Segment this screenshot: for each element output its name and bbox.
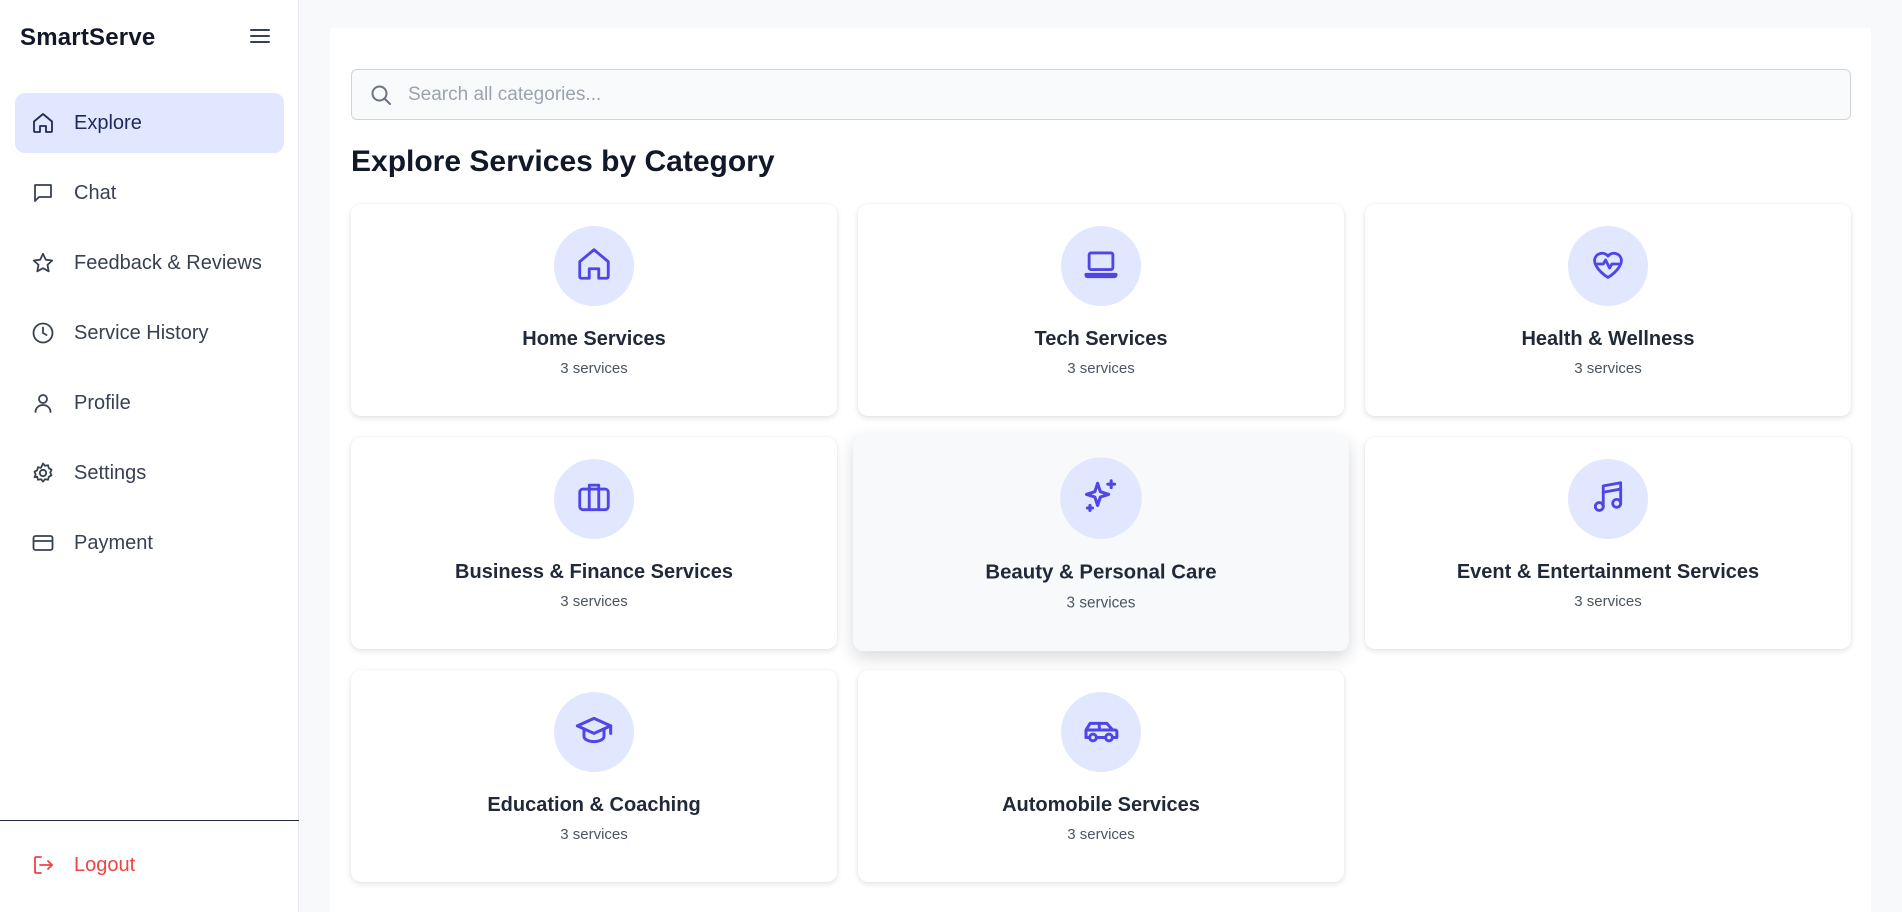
sidebar-nav: Explore Chat Feedback & Reviews Service …: [15, 93, 284, 583]
category-card-education-coaching[interactable]: Education & Coaching 3 services: [351, 670, 837, 882]
category-count: 3 services: [560, 360, 628, 377]
sidebar-item-feedback-reviews[interactable]: Feedback & Reviews: [15, 233, 284, 293]
category-icon-circle: [554, 226, 634, 306]
user-icon: [30, 390, 56, 416]
star-icon: [30, 250, 56, 276]
category-count: 3 services: [1067, 360, 1135, 377]
menu-toggle-button[interactable]: [246, 24, 274, 52]
category-count: 3 services: [1067, 826, 1135, 843]
category-card-home-services[interactable]: Home Services 3 services: [351, 204, 837, 416]
category-card-business-finance[interactable]: Business & Finance Services 3 services: [351, 437, 837, 649]
sidebar-divider: [0, 820, 299, 821]
category-title: Health & Wellness: [1521, 328, 1695, 350]
category-card-automobile-services[interactable]: Automobile Services 3 services: [858, 670, 1344, 882]
category-card-beauty-personal-care[interactable]: Beauty & Personal Care 3 services: [853, 434, 1349, 652]
category-icon-circle: [554, 692, 634, 772]
home-icon: [575, 245, 613, 288]
category-icon-circle: [1061, 226, 1141, 306]
credit-card-icon: [30, 530, 56, 556]
category-card-tech-services[interactable]: Tech Services 3 services: [858, 204, 1344, 416]
clock-icon: [30, 320, 56, 346]
category-icon-circle: [1568, 459, 1648, 539]
sidebar-item-label: Payment: [74, 531, 153, 554]
laptop-icon: [1082, 245, 1120, 288]
category-card-event-entertainment[interactable]: Event & Entertainment Services 3 service…: [1365, 437, 1851, 649]
sidebar-item-label: Explore: [74, 111, 142, 134]
sidebar-item-label: Feedback & Reviews: [74, 251, 262, 274]
sidebar-item-profile[interactable]: Profile: [15, 373, 284, 433]
category-title: Tech Services: [1034, 328, 1168, 350]
category-count: 3 services: [560, 593, 628, 610]
logout-label: Logout: [74, 853, 136, 876]
sidebar-item-payment[interactable]: Payment: [15, 513, 284, 573]
sidebar: SmartServe Explore Chat Feedback & Revie…: [0, 0, 299, 912]
sidebar-item-label: Profile: [74, 391, 131, 414]
category-title: Home Services: [522, 328, 666, 350]
search-bar[interactable]: [351, 69, 1851, 120]
category-title: Business & Finance Services: [455, 561, 733, 583]
sidebar-item-settings[interactable]: Settings: [15, 443, 284, 503]
page-title: Explore Services by Category: [351, 145, 775, 178]
logout-button[interactable]: Logout: [30, 852, 135, 878]
search-icon: [368, 82, 394, 108]
category-title: Education & Coaching: [487, 794, 701, 816]
chat-icon: [30, 180, 56, 206]
car-icon: [1081, 710, 1121, 755]
category-icon-circle: [554, 459, 634, 539]
category-icon-circle: [1060, 457, 1142, 539]
logout-icon: [30, 852, 56, 878]
category-icon-circle: [1568, 226, 1648, 306]
category-title: Beauty & Personal Care: [985, 561, 1217, 584]
heart-pulse-icon: [1589, 245, 1627, 288]
category-icon-circle: [1061, 692, 1141, 772]
home-icon: [30, 110, 56, 136]
category-title: Event & Entertainment Services: [1456, 561, 1760, 583]
graduation-cap-icon: [574, 710, 614, 755]
category-count: 3 services: [560, 826, 628, 843]
search-input[interactable]: [408, 83, 1808, 106]
category-count: 3 services: [1574, 360, 1642, 377]
sidebar-item-chat[interactable]: Chat: [15, 163, 284, 223]
sidebar-item-label: Chat: [74, 181, 117, 204]
sidebar-item-service-history[interactable]: Service History: [15, 303, 284, 363]
category-title: Automobile Services: [1002, 794, 1200, 816]
category-count: 3 services: [1574, 593, 1642, 610]
category-card-health-wellness[interactable]: Health & Wellness 3 services: [1365, 204, 1851, 416]
category-count: 3 services: [1066, 594, 1136, 612]
music-note-icon: [1589, 478, 1627, 521]
hamburger-icon: [249, 27, 271, 50]
briefcase-icon: [575, 478, 613, 521]
brand-logo: SmartServe: [20, 24, 156, 51]
gear-icon: [30, 460, 56, 486]
sidebar-item-label: Settings: [74, 461, 147, 484]
sidebar-item-explore[interactable]: Explore: [15, 93, 284, 153]
category-grid: Home Services 3 services Tech Services 3…: [351, 204, 1851, 882]
sidebar-item-label: Service History: [74, 321, 209, 344]
main-content: Explore Services by Category Home Servic…: [330, 28, 1871, 912]
sparkles-icon: [1081, 475, 1122, 521]
